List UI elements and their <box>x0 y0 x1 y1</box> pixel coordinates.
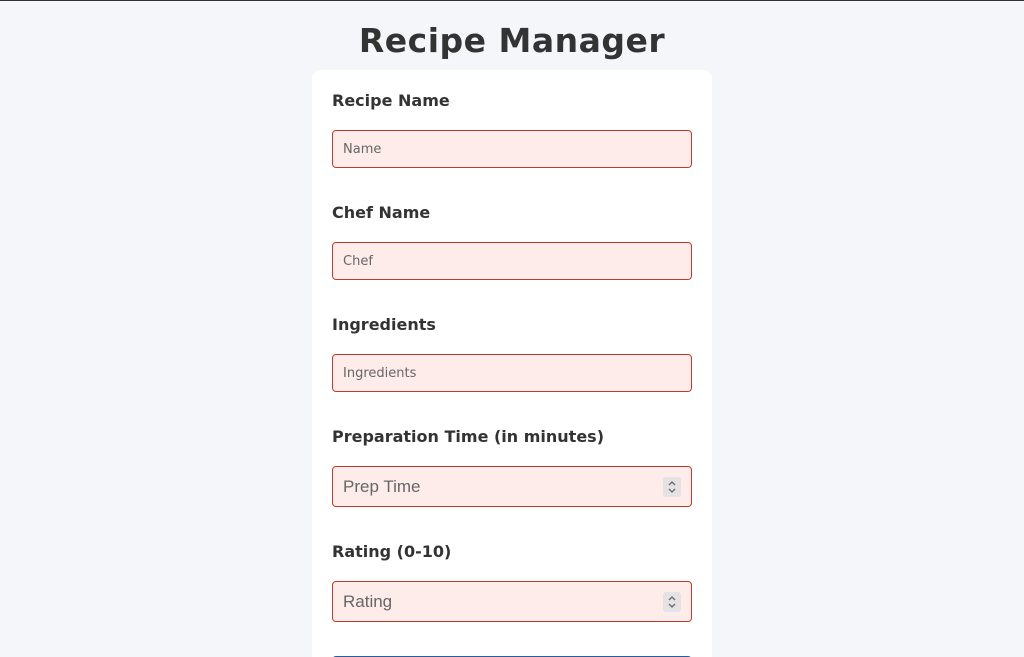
prep-time-spinner-icon[interactable] <box>663 477 681 497</box>
recipe-form: Recipe Name Name Chef Name Chef Ingredie… <box>312 70 712 657</box>
rating-placeholder: Rating <box>343 591 393 611</box>
ingredients-label: Ingredients <box>332 315 436 334</box>
chef-name-placeholder: Chef <box>343 253 373 269</box>
recipe-name-label: Recipe Name <box>332 91 450 110</box>
rating-input[interactable]: Rating <box>332 581 692 622</box>
prep-time-input[interactable]: Prep Time <box>332 466 692 507</box>
recipe-name-input[interactable]: Name <box>332 130 692 168</box>
recipe-name-placeholder: Name <box>343 141 382 157</box>
rating-spinner-icon[interactable] <box>663 592 681 612</box>
prep-time-label: Preparation Time (in minutes) <box>332 427 605 446</box>
ingredients-input[interactable]: Ingredients <box>332 354 692 392</box>
prep-time-placeholder: Prep Time <box>343 476 421 496</box>
page-title: Recipe Manager <box>358 21 666 60</box>
rating-label: Rating (0-10) <box>332 542 452 561</box>
chef-name-input[interactable]: Chef <box>332 242 692 280</box>
chef-name-label: Chef Name <box>332 203 431 222</box>
ingredients-placeholder: Ingredients <box>343 365 417 381</box>
